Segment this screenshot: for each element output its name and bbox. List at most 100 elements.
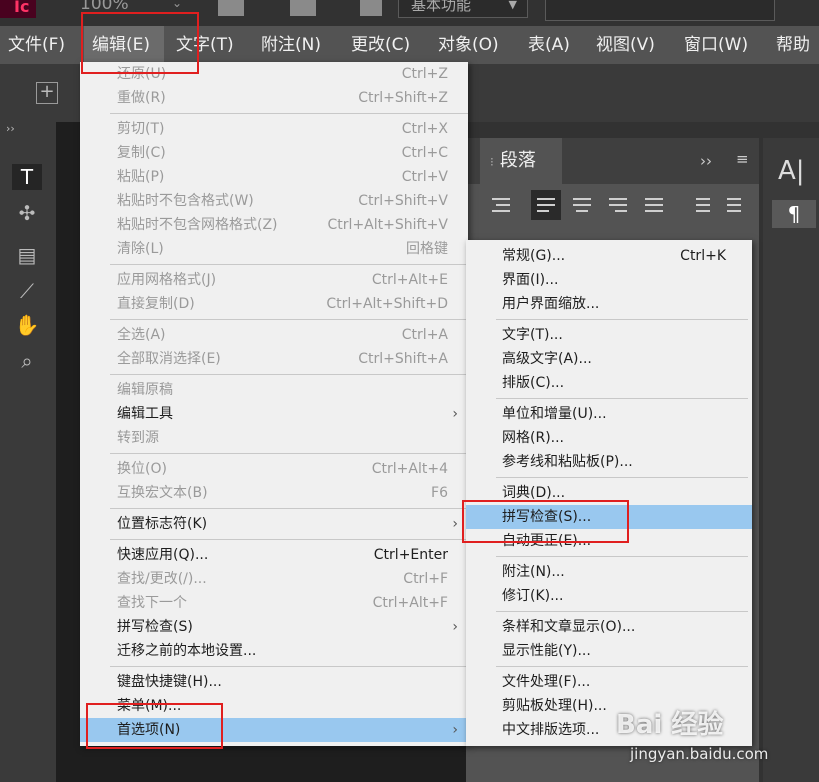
chevron-right-icon: › <box>452 722 458 738</box>
zoom-tool-icon[interactable]: ⌕ <box>12 348 42 374</box>
pref-item-interface[interactable]: 界面(I)... <box>466 268 752 292</box>
pref-item-galley-story[interactable]: 条样和文章显示(O)... <box>466 615 752 639</box>
menu-view[interactable]: 视图(V) <box>596 26 655 64</box>
menu-window[interactable]: 窗口(W) <box>684 26 748 64</box>
menu-item-find-change[interactable]: 查找/更改(/)... Ctrl+F <box>80 567 468 591</box>
annotation-spelling <box>462 500 629 543</box>
menu-separator <box>110 508 468 509</box>
pref-item-track-changes[interactable]: 修订(K)... <box>466 584 752 608</box>
arrange-documents-icon[interactable] <box>360 0 382 16</box>
menu-separator <box>496 319 748 320</box>
panel-collapse-icon[interactable]: ›› <box>700 152 712 170</box>
menu-separator <box>110 374 468 375</box>
menu-separator <box>110 264 468 265</box>
pref-item-ui-scaling[interactable]: 用户界面缩放... <box>466 292 752 316</box>
menu-separator <box>110 666 468 667</box>
menu-separator <box>496 556 748 557</box>
menu-item-redo[interactable]: 重做(R) Ctrl+Shift+Z <box>80 86 468 110</box>
menu-item-paste-no-grid-format[interactable]: 粘贴时不包含网格格式(Z) Ctrl+Alt+Shift+V <box>80 213 468 237</box>
app-logo: Ic <box>0 0 36 18</box>
menu-separator <box>110 113 468 114</box>
annotation-preferences <box>86 703 223 749</box>
menu-table[interactable]: 表(A) <box>528 26 570 64</box>
menu-item-quick-apply[interactable]: 快速应用(Q)... Ctrl+Enter <box>80 543 468 567</box>
watermark-url: jingyan.baidu.com <box>630 745 769 763</box>
type-tool-icon[interactable]: T <box>12 164 42 190</box>
annotation-edit-menu <box>81 12 199 74</box>
menu-separator <box>496 611 748 612</box>
screen-mode-icon[interactable] <box>290 0 316 16</box>
menu-separator <box>496 477 748 478</box>
workspace-switcher[interactable]: 基本功能 ▼ <box>398 0 528 18</box>
menu-item-keyboard-shortcuts[interactable]: 键盘快捷键(H)... <box>80 670 468 694</box>
menu-item-apply-grid-format[interactable]: 应用网格格式(J) Ctrl+Alt+E <box>80 268 468 292</box>
menu-item-paste[interactable]: 粘贴(P) Ctrl+V <box>80 165 468 189</box>
pref-item-type[interactable]: 文字(T)... <box>466 323 752 347</box>
align-right-icon[interactable] <box>486 190 516 220</box>
free-transform-icon[interactable]: ✣ <box>12 200 42 226</box>
menu-item-copy[interactable]: 复制(C) Ctrl+C <box>80 141 468 165</box>
hand-tool-icon[interactable]: ✋ <box>12 312 42 338</box>
menu-help[interactable]: 帮助 <box>776 26 810 64</box>
pref-item-grids[interactable]: 网格(R)... <box>466 426 752 450</box>
pref-item-general[interactable]: 常规(G)... Ctrl+K <box>466 244 752 268</box>
menu-file[interactable]: 文件(F) <box>8 26 65 64</box>
preferences-submenu: 常规(G)... Ctrl+K 界面(I)... 用户界面缩放... 文字(T).… <box>466 240 752 746</box>
justify-right-icon[interactable] <box>603 190 633 220</box>
menu-notes[interactable]: 附注(N) <box>261 26 321 64</box>
menu-item-position-marker[interactable]: 位置标志符(K) › <box>80 512 468 536</box>
pref-item-file-handling[interactable]: 文件处理(F)... <box>466 670 752 694</box>
pref-item-guides[interactable]: 参考线和粘贴板(P)... <box>466 450 752 474</box>
tab-paragraph[interactable]: ⁝ 段落 <box>480 138 562 184</box>
workspace-label: 基本功能 <box>411 0 472 14</box>
menu-separator <box>496 398 748 399</box>
menu-separator <box>110 453 468 454</box>
menu-changes[interactable]: 更改(C) <box>351 26 410 64</box>
search-input[interactable] <box>545 0 775 21</box>
align-away-from-spine-icon[interactable] <box>721 190 751 220</box>
align-toward-spine-icon[interactable] <box>686 190 716 220</box>
menu-item-spelling[interactable]: 拼写检查(S) › <box>80 615 468 639</box>
menu-item-clear[interactable]: 清除(L) 回格键 <box>80 237 468 261</box>
menu-item-transpose[interactable]: 换位(O) Ctrl+Alt+4 <box>80 457 468 481</box>
pref-item-advanced-type[interactable]: 高级文字(A)... <box>466 347 752 371</box>
justify-center-icon[interactable] <box>567 190 597 220</box>
zoom-dropdown-icon[interactable]: ⌄ <box>172 0 182 10</box>
pref-item-notes[interactable]: 附注(N)... <box>466 560 752 584</box>
menu-item-select-all[interactable]: 全选(A) Ctrl+A <box>80 323 468 347</box>
add-icon[interactable]: + <box>36 82 58 104</box>
menu-object[interactable]: 对象(O) <box>438 26 499 64</box>
edit-menu: 还原(U) Ctrl+Z 重做(R) Ctrl+Shift+Z 剪切(T) Ctrl+… <box>80 62 468 746</box>
chevron-right-icon: › <box>452 516 458 532</box>
eyedropper-icon[interactable]: ⟋ <box>12 278 42 304</box>
menu-item-go-to-source[interactable]: 转到源 <box>80 426 468 450</box>
panel-menu-icon[interactable]: ≡ <box>736 150 749 168</box>
menu-item-cut[interactable]: 剪切(T) Ctrl+X <box>80 117 468 141</box>
chevron-right-icon: › <box>452 406 458 422</box>
menu-item-edit-original[interactable]: 编辑原稿 <box>80 378 468 402</box>
right-panel-dock <box>763 138 819 782</box>
justify-left-icon[interactable] <box>531 190 561 220</box>
pref-item-composition[interactable]: 排版(C)... <box>466 371 752 395</box>
pref-item-units[interactable]: 单位和增量(U)... <box>466 402 752 426</box>
tab-paragraph-label: 段落 <box>499 150 536 171</box>
chevron-down-icon: ▼ <box>508 0 517 11</box>
pref-item-display-performance[interactable]: 显示性能(Y)... <box>466 639 752 663</box>
paragraph-panel-icon[interactable]: ¶ <box>772 200 816 228</box>
watermark-logo: Bai 经验 <box>616 710 724 740</box>
drag-handle-icon: ⁝ <box>490 155 494 169</box>
menu-item-duplicate[interactable]: 直接复制(D) Ctrl+Alt+Shift+D <box>80 292 468 316</box>
character-panel-icon[interactable]: A| <box>778 156 805 186</box>
menu-item-paste-no-format[interactable]: 粘贴时不包含格式(W) Ctrl+Shift+V <box>80 189 468 213</box>
menu-item-swap-macro-text[interactable]: 互换宏文本(B) F6 <box>80 481 468 505</box>
justify-all-icon[interactable] <box>639 190 669 220</box>
menu-item-migrate-settings[interactable]: 迁移之前的本地设置... <box>80 639 468 663</box>
menu-separator <box>496 666 748 667</box>
menu-item-find-next[interactable]: 查找下一个 Ctrl+Alt+F <box>80 591 468 615</box>
collapse-icon[interactable]: ›› <box>6 122 15 135</box>
note-tool-icon[interactable]: ▤ <box>12 242 42 268</box>
menu-item-edit-with[interactable]: 编辑工具 › <box>80 402 468 426</box>
menu-item-deselect-all[interactable]: 全部取消选择(E) Ctrl+Shift+A <box>80 347 468 371</box>
chevron-right-icon: › <box>452 619 458 635</box>
view-options-icon[interactable] <box>218 0 244 16</box>
